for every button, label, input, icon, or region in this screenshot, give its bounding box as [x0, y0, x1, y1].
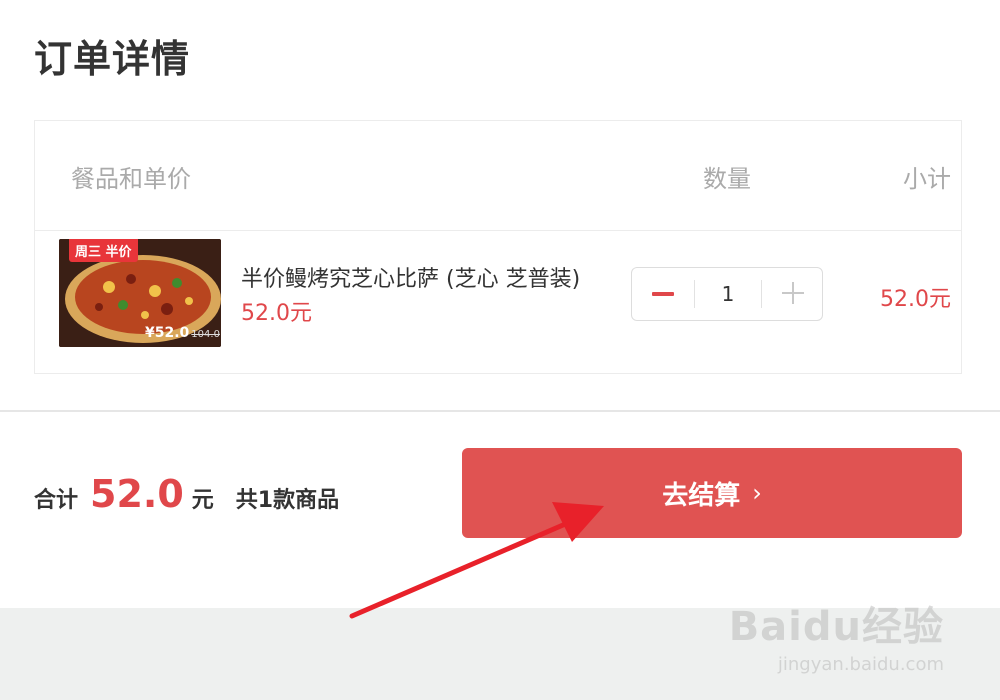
- total-unit: 元: [191, 488, 214, 513]
- checkout-button[interactable]: 去结算 ›: [462, 448, 962, 538]
- order-card: 餐品和单价 数量 小计 周三 半价 ¥52.0 104.0 半价鳗烤究芝心比萨 …: [34, 120, 962, 374]
- increase-quantity-button[interactable]: [762, 268, 824, 320]
- image-original-price: 104.0: [191, 329, 220, 340]
- order-summary: 合计 52.0 元 共1款商品: [34, 472, 339, 522]
- image-price-tag: ¥52.0 104.0: [145, 325, 220, 341]
- minus-icon: [652, 292, 674, 296]
- watermark-logo: Baidu经验: [728, 604, 944, 650]
- watermark: Baidu经验 jingyan.baidu.com: [729, 594, 944, 675]
- quantity-value[interactable]: 1: [695, 268, 761, 320]
- section-divider: [0, 410, 1000, 412]
- plus-icon: [792, 282, 794, 304]
- checkout-label: 去结算: [662, 480, 741, 511]
- watermark-url: jingyan.baidu.com: [777, 654, 944, 675]
- total-amount: 52.0: [90, 472, 184, 516]
- item-name: 半价鳗烤究芝心比萨 (芝心 芝普装): [241, 267, 581, 292]
- promo-tag: 周三 半价: [69, 239, 138, 262]
- item-unit-price: 52.0元: [241, 301, 312, 326]
- table-header: 餐品和单价 数量 小计: [35, 121, 961, 231]
- pizza-thumbnail[interactable]: 周三 半价 ¥52.0 104.0: [59, 239, 221, 347]
- image-price: ¥52.0: [145, 325, 190, 341]
- chevron-right-icon: ›: [752, 479, 762, 507]
- page-title: 订单详情: [34, 37, 191, 81]
- decrease-quantity-button[interactable]: [632, 268, 694, 320]
- quantity-stepper: 1: [631, 267, 823, 321]
- table-row: 周三 半价 ¥52.0 104.0 半价鳗烤究芝心比萨 (芝心 芝普装) 52.0…: [35, 231, 961, 375]
- item-subtotal: 52.0元: [880, 287, 951, 312]
- total-label: 合计: [34, 488, 79, 513]
- header-quantity: 数量: [703, 165, 751, 193]
- header-subtotal: 小计: [903, 165, 951, 193]
- header-item: 餐品和单价: [71, 165, 191, 193]
- item-count: 共1款商品: [235, 488, 340, 513]
